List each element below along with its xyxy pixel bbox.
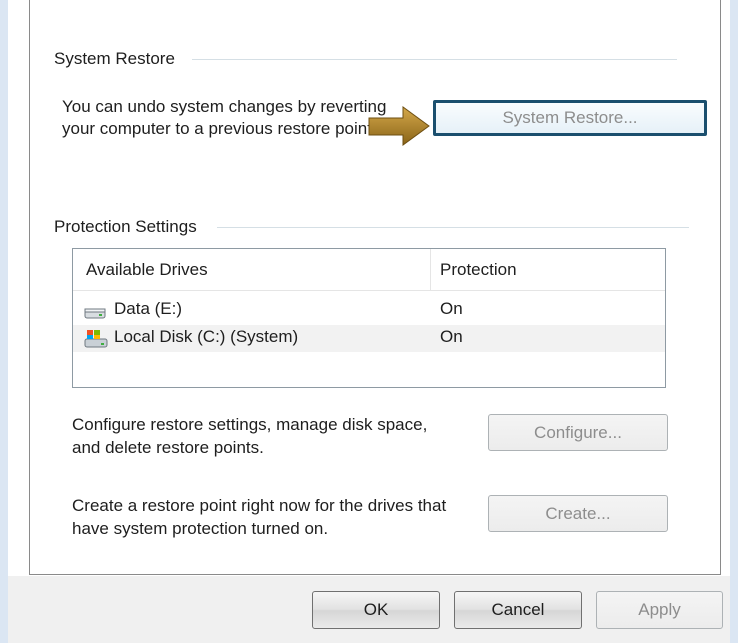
create-button[interactable]: Create... bbox=[488, 495, 668, 532]
system-restore-description-line1: You can undo system changes by reverting bbox=[62, 97, 387, 116]
window-frame-right bbox=[730, 0, 738, 643]
drive-protection-status: On bbox=[440, 299, 463, 318]
system-restore-button[interactable]: System Restore... bbox=[433, 100, 707, 136]
column-header-protection[interactable]: Protection bbox=[440, 260, 517, 280]
window-frame-left bbox=[0, 0, 8, 643]
create-description-line2: have system protection turned on. bbox=[72, 519, 329, 538]
system-restore-group-title: System Restore bbox=[54, 49, 175, 68]
column-divider[interactable] bbox=[430, 249, 431, 291]
ok-button[interactable]: OK bbox=[312, 591, 440, 629]
pointer-arrow-icon bbox=[368, 106, 430, 146]
system-restore-description-line2: your computer to a previous restore poin… bbox=[62, 119, 377, 138]
drive-name: Local Disk (C:) (System) bbox=[114, 327, 299, 346]
column-header-available-drives[interactable]: Available Drives bbox=[86, 260, 208, 280]
protection-settings-group-title: Protection Settings bbox=[54, 217, 197, 236]
drive-row-data-e[interactable]: Data (E:) On bbox=[73, 297, 665, 324]
configure-button[interactable]: Configure... bbox=[488, 414, 668, 451]
system-drive-icon bbox=[84, 330, 108, 348]
drive-protection-status: On bbox=[440, 327, 463, 346]
hard-drive-icon bbox=[84, 308, 106, 319]
cancel-button[interactable]: Cancel bbox=[454, 591, 582, 629]
group-divider bbox=[217, 227, 689, 228]
drive-name: Data (E:) bbox=[114, 299, 183, 318]
drive-row-local-disk-c[interactable]: Local Disk (C:) (System) On bbox=[73, 325, 665, 352]
create-description-line1: Create a restore point right now for the… bbox=[72, 496, 447, 515]
group-divider bbox=[192, 59, 677, 60]
drives-list-header: Available Drives Protection bbox=[73, 249, 665, 291]
apply-button[interactable]: Apply bbox=[596, 591, 723, 629]
available-drives-list[interactable]: Available Drives Protection Data (E:) On… bbox=[72, 248, 666, 388]
configure-description-line2: and delete restore points. bbox=[72, 438, 264, 457]
configure-description-line1: Configure restore settings, manage disk … bbox=[72, 415, 428, 434]
